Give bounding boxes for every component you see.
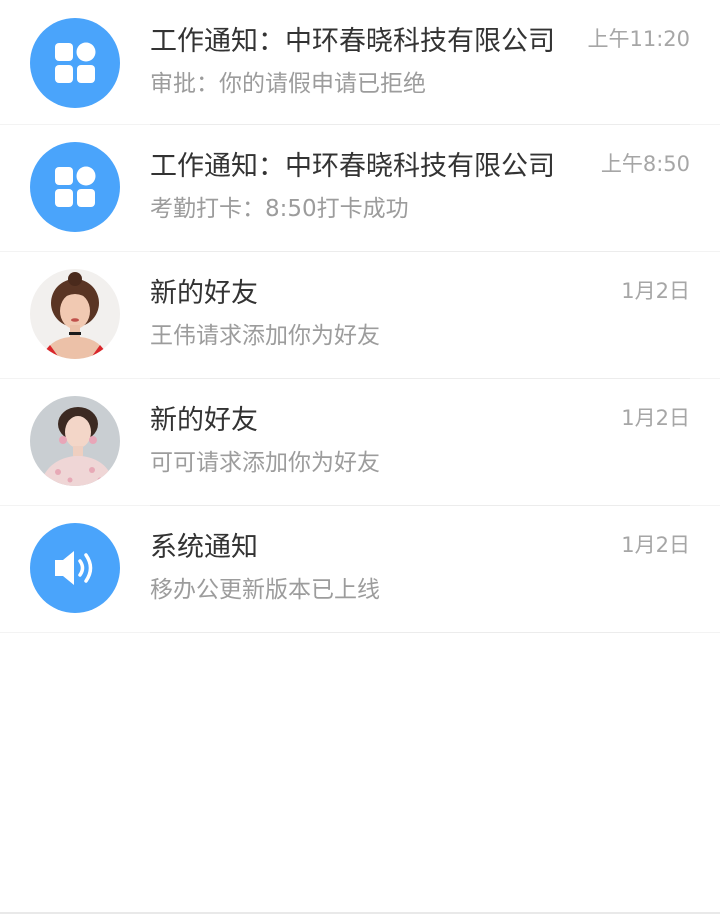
divider: [150, 632, 690, 633]
user-photo-avatar: [30, 269, 120, 359]
message-list: 工作通知：中环春晓科技有限公司 上午11:20 审批：你的请假申请已拒绝 工作通…: [0, 0, 720, 633]
message-preview: 移办公更新版本已上线: [150, 577, 380, 603]
message-preview: 考勤打卡：8:50打卡成功: [150, 196, 409, 222]
apps-grid-icon: [30, 142, 120, 232]
user-photo-avatar: [30, 396, 120, 486]
message-time: 上午8:50: [600, 152, 690, 176]
message-item-work-notice-attendance[interactable]: 工作通知：中环春晓科技有限公司 上午8:50 考勤打卡：8:50打卡成功: [0, 125, 720, 252]
message-title: 新的好友: [150, 278, 258, 309]
message-item-friend-request-keke[interactable]: 新的好友 1月2日 可可请求添加你为好友: [0, 379, 720, 506]
message-title: 工作通知：中环春晓科技有限公司: [150, 26, 555, 57]
message-preview: 审批：你的请假申请已拒绝: [150, 71, 426, 97]
message-item-work-notice-approval[interactable]: 工作通知：中环春晓科技有限公司 上午11:20 审批：你的请假申请已拒绝: [0, 0, 720, 125]
message-item-system-notice[interactable]: 系统通知 1月2日 移办公更新版本已上线: [0, 506, 720, 633]
message-item-friend-request-wangwei[interactable]: 新的好友 1月2日 王伟请求添加你为好友: [0, 252, 720, 379]
message-preview: 王伟请求添加你为好友: [150, 323, 380, 349]
message-title: 工作通知：中环春晓科技有限公司: [150, 151, 555, 182]
message-time: 1月2日: [621, 533, 690, 557]
message-time: 上午11:20: [587, 27, 690, 51]
message-time: 1月2日: [621, 279, 690, 303]
message-title: 系统通知: [150, 532, 258, 563]
message-title: 新的好友: [150, 405, 258, 436]
speaker-icon: [30, 523, 120, 613]
apps-grid-icon: [30, 18, 120, 108]
message-time: 1月2日: [621, 406, 690, 430]
message-preview: 可可请求添加你为好友: [150, 450, 380, 476]
